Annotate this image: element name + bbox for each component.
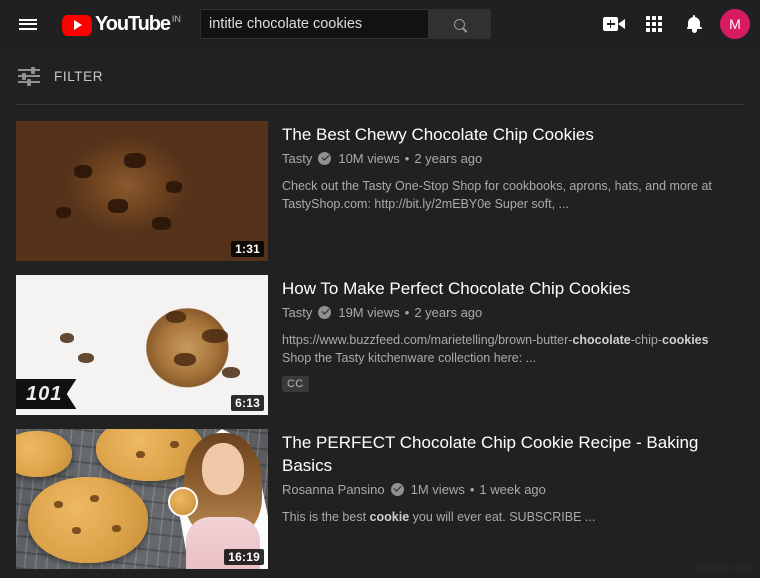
notifications-bell-icon[interactable] [674, 4, 714, 44]
view-count: 1M views [410, 482, 465, 497]
video-duration: 16:19 [224, 549, 264, 565]
video-description: https://www.buzzfeed.com/marietelling/br… [282, 333, 709, 365]
search-input[interactable]: intitle chocolate cookies [200, 9, 428, 39]
upload-age: 1 week ago [479, 482, 546, 497]
channel-name[interactable]: Tasty [282, 151, 312, 166]
search-results-list: 1:31 The Best Chewy Chocolate Chip Cooki… [0, 105, 760, 569]
video-badge-ribbon: 101 [16, 379, 77, 409]
video-title[interactable]: The Best Chewy Chocolate Chip Cookies [282, 123, 712, 146]
create-video-icon[interactable] [594, 4, 634, 44]
cc-badge: CC [282, 376, 309, 392]
video-thumbnail[interactable]: 1:31 [16, 121, 268, 261]
hamburger-menu-icon[interactable] [8, 4, 48, 44]
video-thumbnail[interactable]: 101 6:13 [16, 275, 268, 415]
upload-age: 2 years ago [414, 305, 483, 320]
video-title[interactable]: How To Make Perfect Chocolate Chip Cooki… [282, 277, 712, 300]
filter-label: FILTER [54, 68, 104, 84]
watermark: wsxdn.com [696, 562, 752, 574]
search-input-value: intitle chocolate cookies [209, 16, 363, 32]
youtube-country-code: IN [171, 13, 181, 24]
video-description: This is the best cookie you will ever ea… [282, 510, 596, 524]
verified-badge-icon [390, 483, 404, 496]
youtube-play-icon [62, 14, 92, 36]
search-result-item[interactable]: 16:19 The PERFECT Chocolate Chip Cookie … [16, 429, 760, 569]
view-count: 10M views [338, 151, 400, 166]
video-info: How To Make Perfect Chocolate Chip Cooki… [268, 275, 760, 415]
upload-age: 2 years ago [414, 151, 483, 166]
channel-name[interactable]: Rosanna Pansino [282, 482, 385, 497]
header-actions: M [594, 0, 750, 48]
apps-grid-icon[interactable] [634, 4, 674, 44]
channel-name[interactable]: Tasty [282, 305, 312, 320]
video-title[interactable]: The PERFECT Chocolate Chip Cookie Recipe… [282, 431, 712, 477]
meta-separator: • [469, 482, 475, 497]
video-duration: 6:13 [231, 395, 264, 411]
view-count: 19M views [338, 305, 400, 320]
masthead: YouTube IN intitle chocolate cookies M [0, 0, 760, 48]
youtube-logo[interactable]: YouTube IN [62, 13, 181, 36]
tune-filter-icon [18, 66, 40, 86]
search-button[interactable] [428, 9, 491, 39]
search-group: intitle chocolate cookies [200, 9, 491, 39]
filter-bar: FILTER [0, 48, 760, 104]
verified-badge-icon [318, 152, 332, 165]
video-meta: Rosanna Pansino 1M views • 1 week ago [282, 482, 760, 497]
filter-button[interactable]: FILTER [18, 66, 104, 86]
video-description: Check out the Tasty One-Stop Shop for co… [282, 179, 712, 211]
video-info: The Best Chewy Chocolate Chip Cookies Ta… [268, 121, 760, 261]
search-result-item[interactable]: 101 6:13 How To Make Perfect Chocolate C… [16, 275, 760, 415]
verified-badge-icon [318, 306, 332, 319]
meta-separator: • [404, 305, 410, 320]
video-duration: 1:31 [231, 241, 264, 257]
ribbon-label: 101 [26, 382, 63, 405]
video-thumbnail[interactable]: 16:19 [16, 429, 268, 569]
video-meta: Tasty 19M views • 2 years ago [282, 305, 760, 320]
youtube-logo-text: YouTube [95, 12, 171, 35]
video-info: The PERFECT Chocolate Chip Cookie Recipe… [268, 429, 760, 569]
meta-separator: • [404, 151, 410, 166]
search-icon [454, 18, 465, 30]
video-meta: Tasty 10M views • 2 years ago [282, 151, 760, 166]
search-result-item[interactable]: 1:31 The Best Chewy Chocolate Chip Cooki… [16, 121, 760, 261]
avatar[interactable]: M [720, 9, 750, 39]
